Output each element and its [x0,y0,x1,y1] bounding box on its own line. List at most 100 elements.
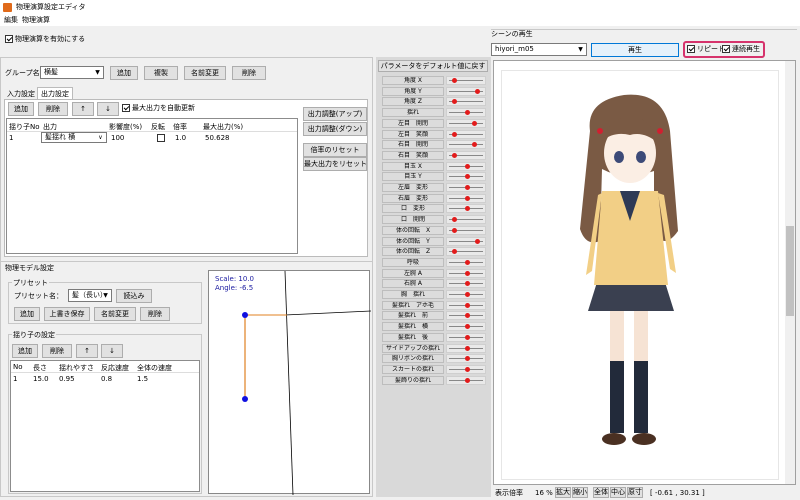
preset-select[interactable]: 髪（長い） ▼ [68,289,112,302]
preset-delete-button[interactable]: 削除 [140,307,170,321]
param-row[interactable]: 右腕 A [382,279,486,289]
group-copy-button[interactable]: 複製 [144,66,178,80]
slider-handle[interactable] [464,110,470,116]
table-row[interactable]: 1 髪揺れ 横 ∨ 100 1.0 50.628 [7,132,297,144]
preset-rename-button[interactable]: 名前変更 [94,307,136,321]
slider-handle[interactable] [475,238,481,244]
param-slider[interactable] [446,76,486,85]
group-select[interactable]: 横髪 ▼ [40,66,104,79]
flip-checkbox[interactable] [157,134,165,142]
param-row[interactable]: 揺れ [382,108,486,118]
slider-handle[interactable] [452,78,458,83]
slider-handle[interactable] [452,131,458,137]
param-slider[interactable] [446,118,486,128]
group-add-button[interactable]: 追加 [110,66,138,80]
param-row[interactable]: サイドアップの揺れ [382,343,486,353]
param-row[interactable]: 呼吸 [382,257,486,267]
slider-handle[interactable] [464,334,470,340]
pendulum-delete-button[interactable]: 削除 [42,344,72,358]
reset-max-button[interactable]: 最大出力をリセット [303,157,367,171]
param-slider[interactable] [446,86,486,96]
param-slider[interactable] [446,215,486,225]
slider-handle[interactable] [464,195,470,201]
param-slider[interactable] [446,364,486,374]
group-delete-button[interactable]: 削除 [232,66,266,80]
slider-handle[interactable] [464,377,470,383]
output-add-button[interactable]: 追加 [8,102,34,116]
slider-handle[interactable] [464,366,470,372]
param-row[interactable]: 目玉 X [382,161,486,171]
param-slider[interactable] [446,268,486,278]
param-slider[interactable] [446,161,486,171]
menu-physics[interactable]: 物理演算 [22,16,50,25]
auto-update-checkbox[interactable]: 最大出力を自動更新 [122,104,195,113]
param-row[interactable]: 右目 笑顔 [382,150,486,160]
viewport-scrollbar[interactable] [785,61,795,484]
param-row[interactable]: 髪飾りの揺れ [382,375,486,385]
pendulum-down-button[interactable]: ↓ [101,344,123,358]
slider-handle[interactable] [464,270,470,276]
actual-size-button[interactable]: 原寸 [627,487,643,498]
slider-handle[interactable] [464,174,470,180]
zoom-in-button[interactable]: 拡大 [555,487,571,498]
param-slider[interactable] [446,279,486,289]
param-slider[interactable] [446,322,486,332]
slider-handle[interactable] [452,249,458,255]
param-slider[interactable] [446,332,486,342]
slider-handle[interactable] [464,281,470,287]
param-row[interactable]: 髪揺れ アホ毛 [382,300,486,310]
slider-handle[interactable] [464,292,470,297]
center-button[interactable]: 中心 [610,487,626,498]
param-slider[interactable] [446,108,486,118]
pendulum-table[interactable]: No 長さ 揺れやすさ 反応速度 全体の速度 1 15.0 0.95 0.8 1… [10,360,200,492]
param-slider[interactable] [446,204,486,214]
param-slider[interactable] [446,247,486,257]
output-up-button[interactable]: ↑ [72,102,94,116]
slider-handle[interactable] [464,259,470,265]
slider-handle[interactable] [464,313,470,319]
slider-handle[interactable] [472,120,478,126]
param-slider[interactable] [446,290,486,299]
param-row[interactable]: 体の回転 Y [382,236,486,246]
enable-physics-checkbox[interactable]: 物理演算を有効にする [5,35,85,44]
param-row[interactable]: 胸リボンの揺れ [382,354,486,364]
table-row[interactable]: 1 15.0 0.95 0.8 1.5 [11,374,199,384]
adjust-up-button[interactable]: 出力調整(アップ) [303,107,367,121]
param-slider[interactable] [446,236,486,246]
reset-scale-button[interactable]: 倍率のリセット [303,143,367,157]
slider-handle[interactable] [472,142,478,148]
continuous-checkbox[interactable]: 連続再生 [722,45,760,54]
slider-handle[interactable] [452,217,458,223]
param-slider[interactable] [446,193,486,203]
param-slider[interactable] [446,343,486,353]
param-slider[interactable] [446,375,486,385]
motion-select[interactable]: hiyori_m05 ▼ [491,43,587,56]
param-row[interactable]: 右目 開閉 [382,140,486,150]
play-button[interactable]: 再生 [591,43,679,57]
slider-handle[interactable] [464,163,470,169]
pendulum-up-button[interactable]: ↑ [76,344,98,358]
param-slider[interactable] [446,257,486,267]
preset-add-button[interactable]: 追加 [14,307,40,321]
param-row[interactable]: 角度 Y [382,86,486,96]
zoom-out-button[interactable]: 縮小 [572,487,588,498]
slider-handle[interactable] [464,345,470,351]
param-slider[interactable] [446,129,486,139]
slider-handle[interactable] [452,227,458,233]
param-slider[interactable] [446,300,486,310]
param-row[interactable]: 髪揺れ 後 [382,332,486,342]
slider-handle[interactable] [464,302,470,308]
param-slider[interactable] [446,140,486,150]
scrollbar-thumb[interactable] [786,226,794,316]
output-down-button[interactable]: ↓ [97,102,119,116]
menu-edit[interactable]: 編集 [4,16,18,25]
param-row[interactable]: 髪揺れ 前 [382,311,486,321]
slider-handle[interactable] [464,324,470,330]
preset-overwrite-button[interactable]: 上書き保存 [44,307,90,321]
group-rename-button[interactable]: 名前変更 [184,66,226,80]
param-row[interactable]: 目玉 Y [382,172,486,182]
param-row[interactable]: 体の回転 Z [382,247,486,257]
output-delete-button[interactable]: 削除 [38,102,68,116]
output-select[interactable]: 髪揺れ 横 ∨ [41,132,107,143]
model-viewport[interactable] [493,60,796,485]
